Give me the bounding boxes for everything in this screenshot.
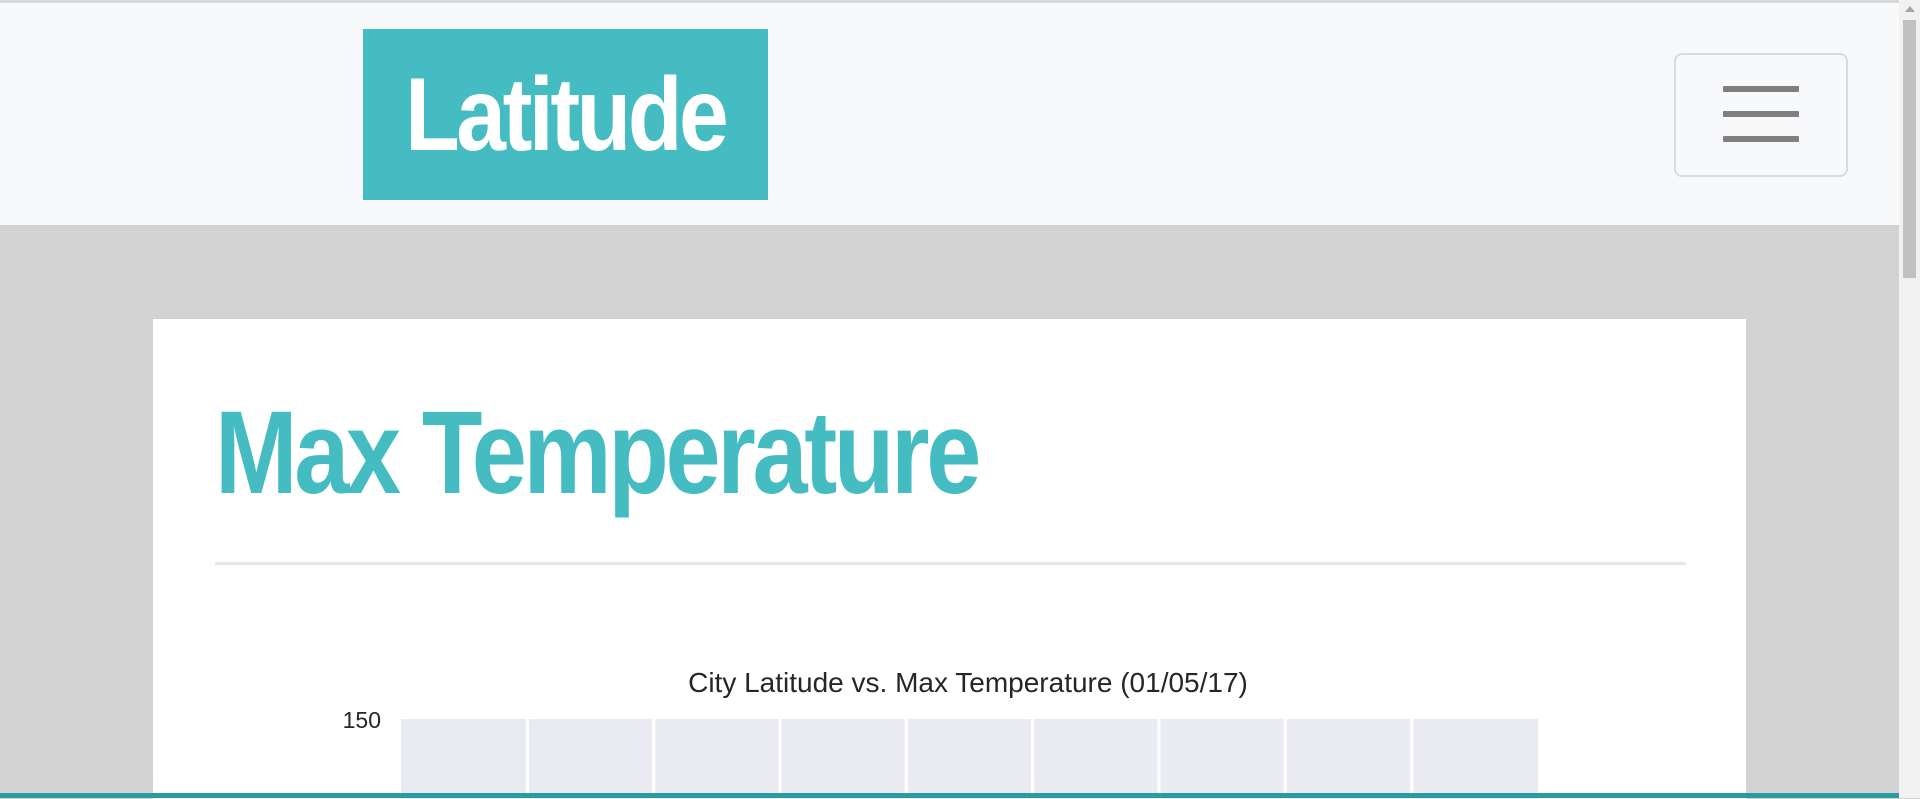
title-divider [215, 562, 1686, 565]
vertical-scrollbar[interactable] [1899, 0, 1920, 798]
arrow-up-icon [1904, 6, 1915, 12]
navbar-toggle-button[interactable] [1674, 53, 1848, 177]
chart-title: City Latitude vs. Max Temperature (01/05… [688, 667, 1248, 698]
scatter-chart: City Latitude vs. Max Temperature (01/05… [343, 667, 1538, 799]
scroll-up-button[interactable] [1899, 0, 1920, 18]
bottom-accent-bar [0, 793, 1899, 798]
content-card: Max Temperature City Latitude vs. Max Te… [153, 319, 1746, 799]
page-title: Max Temperature [215, 387, 981, 519]
scrollbar-thumb[interactable] [1903, 20, 1916, 278]
navbar: Latitude [0, 3, 1899, 225]
y-tick-label: 150 [343, 707, 381, 733]
brand-logo[interactable]: Latitude [363, 29, 768, 200]
plot-background [401, 719, 1538, 799]
hamburger-icon [1723, 86, 1799, 144]
brand-text: Latitude [405, 56, 729, 173]
